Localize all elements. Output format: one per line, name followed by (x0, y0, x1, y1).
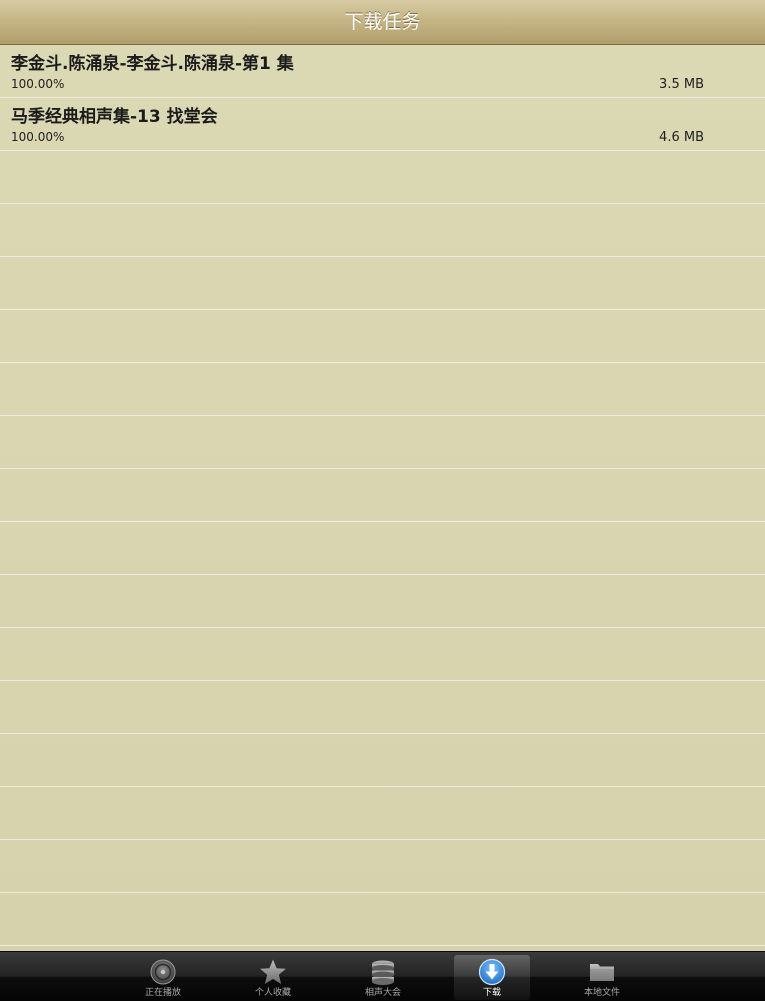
empty-row (0, 363, 765, 416)
tab-favorites[interactable]: 个人收藏 (235, 955, 311, 1000)
tab-label: 正在播放 (144, 988, 181, 998)
download-list[interactable]: 李金斗.陈涌泉-李金斗.陈涌泉-第1 集 100.00% 3.5 MB 马季经典… (0, 45, 765, 951)
empty-row (0, 469, 765, 522)
tab-now-playing[interactable]: 正在播放 (125, 955, 201, 1000)
empty-row (0, 575, 765, 628)
star-icon (260, 959, 286, 984)
empty-row (0, 893, 765, 946)
tab-label: 下载 (482, 988, 501, 998)
page-title: 下载任务 (344, 11, 421, 33)
download-progress: 100.00% (11, 77, 65, 91)
empty-row (0, 681, 765, 734)
empty-row (0, 787, 765, 840)
download-row[interactable]: 李金斗.陈涌泉-李金斗.陈涌泉-第1 集 100.00% 3.5 MB (0, 45, 765, 98)
tab-crosstalk[interactable]: 相声大会 (345, 955, 421, 1000)
empty-row (0, 734, 765, 787)
tab-label: 个人收藏 (254, 988, 291, 998)
tab-bar: 正在播放 个人收藏 相声大会 下载 本地文件 (0, 951, 765, 1001)
folder-icon (590, 964, 614, 981)
download-title: 李金斗.陈涌泉-李金斗.陈涌泉-第1 集 (11, 54, 294, 74)
empty-row (0, 257, 765, 310)
download-icon (478, 958, 506, 986)
empty-row (0, 310, 765, 363)
download-size: 3.5 MB (659, 77, 704, 92)
navigation-bar: 下载任务 (0, 0, 765, 45)
tab-local-files[interactable]: 本地文件 (564, 955, 640, 1000)
now-playing-icon (150, 959, 176, 985)
empty-row (0, 416, 765, 469)
download-size: 4.6 MB (659, 130, 704, 145)
empty-row (0, 628, 765, 681)
download-row[interactable]: 马季经典相声集-13 找堂会 100.00% 4.6 MB (0, 98, 765, 151)
tab-label: 本地文件 (583, 988, 620, 998)
download-title: 马季经典相声集-13 找堂会 (11, 107, 218, 127)
empty-row (0, 204, 765, 257)
download-progress: 100.00% (11, 130, 65, 144)
database-icon (372, 960, 394, 985)
tab-download[interactable]: 下载 (454, 955, 530, 1000)
empty-row (0, 840, 765, 893)
empty-row (0, 151, 765, 204)
tab-label: 相声大会 (364, 988, 401, 998)
empty-row (0, 522, 765, 575)
